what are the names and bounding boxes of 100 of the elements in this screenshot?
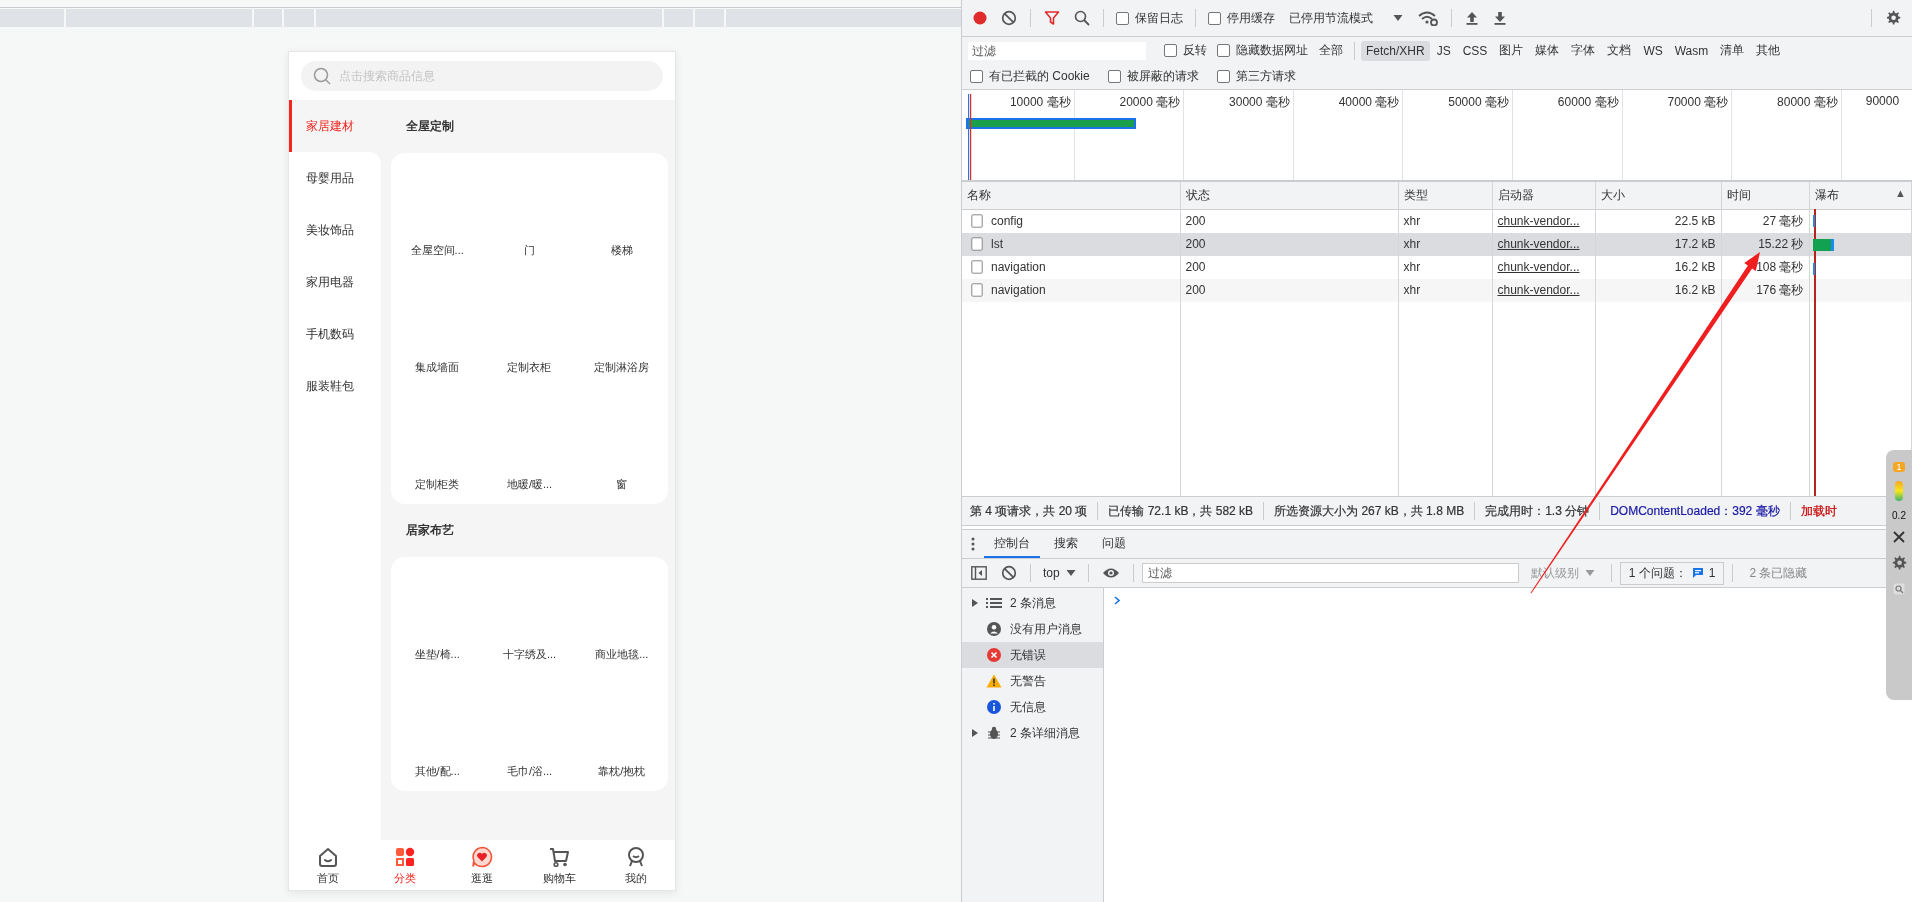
tab-bar-item[interactable]: 购物车: [520, 840, 598, 890]
hide-data-urls-checkbox[interactable]: 隐藏数据网址: [1213, 42, 1312, 59]
type-filter-button[interactable]: 其他: [1751, 39, 1786, 62]
type-cell: xhr: [1403, 283, 1421, 297]
prompt-chevron-icon: [1114, 596, 1120, 605]
category-item[interactable]: 母婴用品: [289, 152, 381, 204]
initiator-link[interactable]: chunk-vendor...: [1497, 237, 1580, 251]
request-row[interactable]: navigation 200 xhr chunk-vendor... 16.2 kB 176 毫秒: [962, 278, 1912, 302]
type-filter-button[interactable]: WS: [1638, 40, 1668, 61]
filter-checkbox[interactable]: 被屏蔽的请求: [1103, 68, 1203, 85]
ruler-segment: [695, 9, 724, 27]
column-header[interactable]: 启动器: [1497, 187, 1534, 202]
tab-bar-item[interactable]: 逛逛: [443, 840, 521, 890]
error-icon: [987, 648, 1001, 662]
ruler-segment: [0, 9, 64, 27]
subcategory-link[interactable]: 十字绣及...: [502, 647, 557, 662]
info-icon: [987, 700, 1001, 714]
waterfall-drawing: [1813, 215, 1834, 275]
status-text: DOMContentLoaded：392 毫秒: [1610, 502, 1780, 520]
type-filter-button[interactable]: 文档: [1602, 39, 1637, 62]
category-item[interactable]: 家用电器: [289, 256, 381, 308]
type-filter-button[interactable]: Wasm: [1669, 40, 1714, 61]
close-button[interactable]: [1891, 529, 1907, 545]
type-filter-button[interactable]: 图片: [1494, 39, 1529, 62]
console-sidebar-item[interactable]: 无警告: [962, 668, 1103, 694]
tick-label: 80000 毫秒: [1777, 94, 1838, 108]
context-dropdown[interactable]: top: [1039, 566, 1080, 580]
type-filter-button[interactable]: 清单: [1715, 39, 1750, 62]
throttling-dropdown[interactable]: 已停用节流模式: [1283, 9, 1409, 27]
category-item[interactable]: 美妆饰品: [289, 204, 381, 256]
subcategory-link[interactable]: 定制柜类: [415, 477, 460, 492]
sort-indicator[interactable]: ▲: [1895, 186, 1906, 199]
caret-icon: [1065, 569, 1076, 577]
subcategory-link[interactable]: 楼梯: [610, 243, 633, 258]
column-header[interactable]: 大小: [1600, 187, 1625, 202]
subcategory-link[interactable]: 靠枕/抱枕: [598, 764, 646, 779]
search-button[interactable]: [1891, 581, 1907, 597]
tick-label: 60000 毫秒: [1557, 94, 1619, 108]
tick-label: 20000 毫秒: [1119, 94, 1181, 108]
preserve-log-checkbox[interactable]: 保留日志: [1112, 9, 1187, 27]
type-filter-button[interactable]: JS: [1431, 40, 1456, 61]
console-filter-field[interactable]: 过滤: [1141, 563, 1519, 583]
request-row[interactable]: lst 200 xhr chunk-vendor... 17.2 kB 15.22 秒: [962, 232, 1912, 256]
column-header[interactable]: 名称: [967, 187, 991, 202]
console-sidebar-item[interactable]: 无错误: [962, 642, 1103, 668]
console-sidebar-item[interactable]: 2 条详细消息: [962, 720, 1103, 746]
type-filter-button[interactable]: Fetch/XHR: [1361, 40, 1430, 61]
initiator-link[interactable]: chunk-vendor...: [1497, 260, 1580, 274]
search-icon: [313, 67, 331, 85]
disable-cache-checkbox[interactable]: 停用缓存: [1204, 9, 1279, 27]
sidebar-icon: [971, 566, 987, 580]
ruler-segment: [254, 9, 282, 27]
subcategory-link[interactable]: 窗: [616, 477, 628, 492]
subcategory-link[interactable]: 定制淋浴房: [594, 360, 650, 375]
upload-icon: [1465, 11, 1479, 25]
console-sidebar-item[interactable]: 2 条消息: [962, 590, 1103, 616]
category-item[interactable]: 服装鞋包: [289, 360, 381, 412]
subcategory-link[interactable]: 定制衣柜: [507, 360, 552, 375]
document-icon: [971, 260, 983, 274]
ruler-segment: [664, 9, 693, 27]
subcategory-link[interactable]: 全屋空间...: [410, 243, 464, 258]
subcategory-link[interactable]: 集成墙面: [415, 360, 460, 375]
subcategory-link[interactable]: 其他/配...: [414, 764, 460, 779]
filter-checkbox[interactable]: 第三方请求: [1212, 68, 1300, 85]
status-text: 已传输 72.1 kB，共 582 kB: [1108, 502, 1254, 520]
tab-bar-item[interactable]: 我的: [597, 840, 675, 890]
filter-checkbox[interactable]: 有已拦截的 Cookie: [966, 68, 1094, 85]
speed-reading: 0.2: [1892, 510, 1906, 521]
tick-label: 50000 毫秒: [1448, 94, 1509, 108]
tab-bar-item[interactable]: 首页: [289, 840, 367, 890]
column-header[interactable]: 瀑布: [1814, 187, 1839, 202]
gauge-icon: [1894, 480, 1904, 502]
type-filter-button[interactable]: 全部: [1314, 39, 1348, 62]
console-sidebar-item[interactable]: 没有用户消息: [962, 616, 1103, 642]
type-filter-button[interactable]: 媒体: [1530, 39, 1565, 62]
issues-button[interactable]: 1 个问题： 1: [1619, 561, 1725, 585]
invert-checkbox[interactable]: 反转: [1160, 42, 1211, 59]
filter-field[interactable]: 过滤: [968, 41, 1146, 60]
warning-icon: [986, 674, 1002, 688]
initiator-link[interactable]: chunk-vendor...: [1497, 214, 1580, 228]
type-filter-button[interactable]: CSS: [1457, 40, 1493, 61]
subcategory-link[interactable]: 坐垫/椅...: [414, 647, 460, 662]
subcategory-link[interactable]: 商业地毯...: [595, 647, 649, 662]
settings-icon: [1891, 555, 1907, 571]
initiator-link[interactable]: chunk-vendor...: [1497, 283, 1580, 297]
category-item[interactable]: 手机数码: [289, 308, 381, 360]
type-filter-button[interactable]: 字体: [1566, 39, 1601, 62]
time-cell: 176 毫秒: [1756, 282, 1804, 297]
column-header[interactable]: 类型: [1403, 187, 1428, 202]
subcategory-link[interactable]: 地暖/暖...: [506, 477, 553, 492]
drawer-tab[interactable]: 搜索: [1044, 530, 1088, 558]
subcategory-link[interactable]: 门: [524, 243, 535, 258]
request-name: navigation: [991, 260, 1046, 274]
column-header[interactable]: 时间: [1726, 187, 1751, 202]
eye-icon: [1101, 567, 1120, 579]
tab-bar-item[interactable]: 分类: [366, 840, 444, 890]
subcategory-link[interactable]: 毛巾/浴...: [506, 764, 553, 779]
drawer-tab[interactable]: 问题: [1092, 530, 1136, 558]
console-sidebar-item[interactable]: 无信息: [962, 694, 1103, 720]
column-header[interactable]: 状态: [1185, 187, 1210, 202]
